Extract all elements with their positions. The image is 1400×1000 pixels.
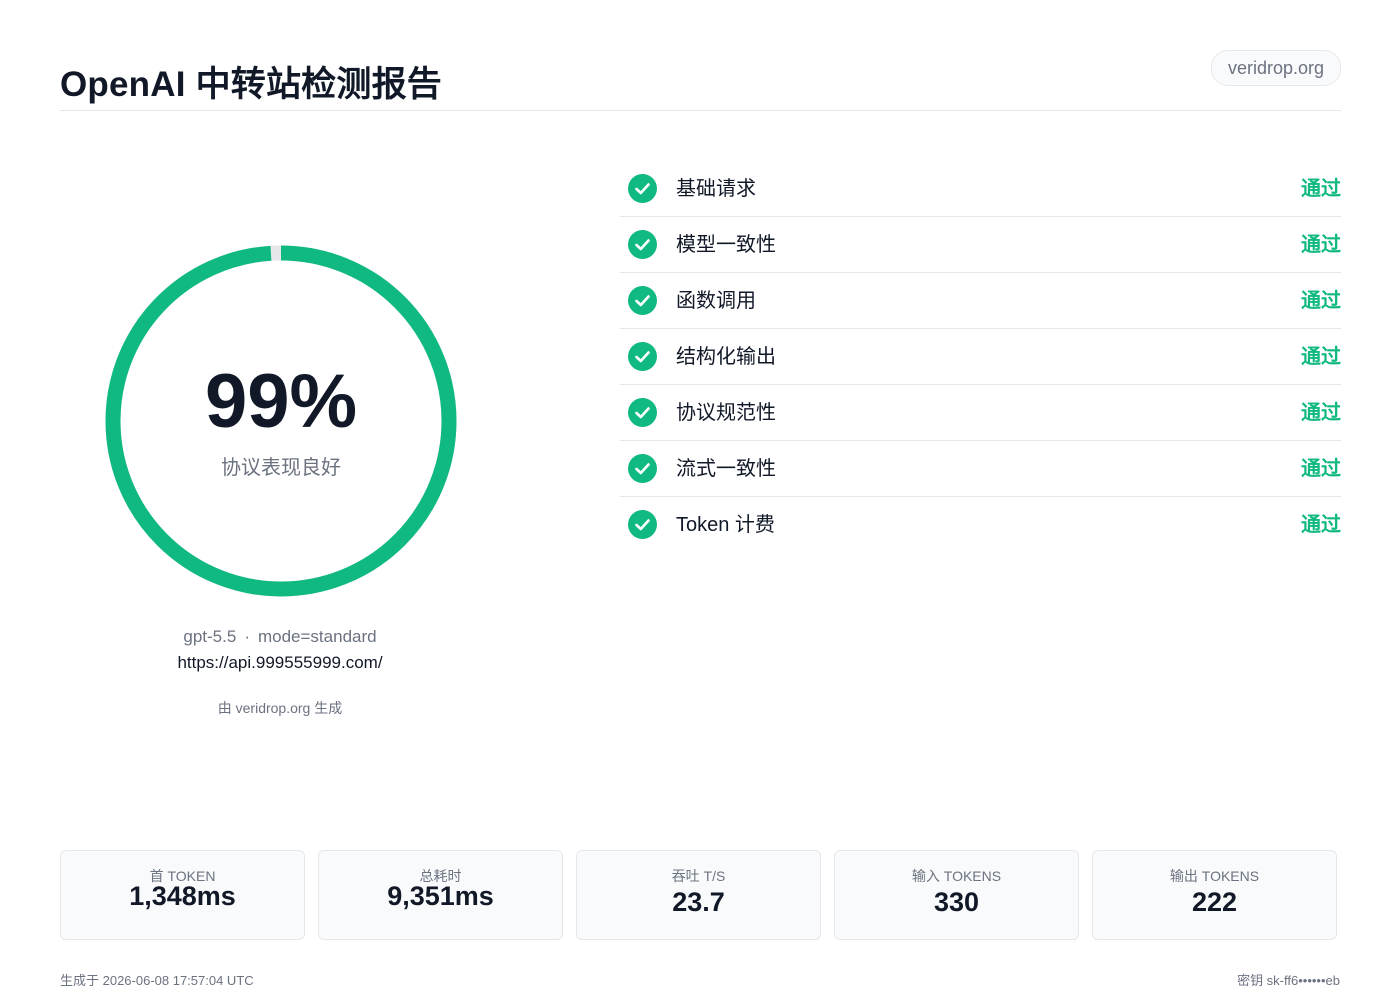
- check-circle-icon: [628, 286, 657, 315]
- check-circle-icon: [628, 510, 657, 539]
- stat-card-first-token: 首 TOKEN 1,348ms: [60, 850, 305, 940]
- api-key-masked: 密钥 sk-ff6••••••eb: [1237, 973, 1340, 988]
- check-status: 通过: [1301, 402, 1341, 424]
- check-row: 模型一致性 通过: [620, 217, 1341, 273]
- generated-timestamp: 生成于 2026-06-08 17:57:04 UTC: [60, 973, 254, 988]
- score-value: 99%: [204, 359, 358, 444]
- stat-card-input-tokens: 输入 TOKENS 330: [834, 850, 1079, 940]
- check-row: 函数调用 通过: [620, 273, 1341, 329]
- check-row: 流式一致性 通过: [620, 441, 1341, 497]
- stat-value: 9,351ms: [387, 881, 494, 911]
- check-name: 结构化输出: [676, 346, 776, 368]
- stat-label: 输出 TOKENS: [1169, 868, 1260, 884]
- check-row: Token 计费 通过: [620, 497, 1341, 552]
- check-name: Token 计费: [676, 514, 775, 536]
- check-row: 协议规范性 通过: [620, 385, 1341, 441]
- check-status: 通过: [1301, 178, 1341, 200]
- check-circle-icon: [628, 230, 657, 259]
- check-circle-icon: [628, 342, 657, 371]
- page-title: OpenAI 中转站检测报告: [60, 65, 442, 104]
- stat-label: 吞吐 T/S: [671, 868, 726, 884]
- stat-value: 23.7: [672, 887, 725, 917]
- site-badge[interactable]: veridrop.org: [1210, 50, 1341, 86]
- mode-value: mode=standard: [257, 627, 377, 646]
- report-page: OpenAI 中转站检测报告 veridrop.org 99% 协议表现良好 g…: [0, 0, 1400, 1000]
- stat-card-total-time: 总耗时 9,351ms: [318, 850, 563, 940]
- endpoint-url[interactable]: https://api.999555999.com/: [60, 653, 500, 673]
- check-status: 通过: [1301, 234, 1341, 256]
- check-row: 基础请求 通过: [620, 161, 1341, 217]
- check-name: 基础请求: [676, 178, 756, 200]
- check-status: 通过: [1301, 514, 1341, 536]
- check-name: 模型一致性: [676, 234, 776, 256]
- stat-value: 1,348ms: [129, 881, 236, 911]
- score-panel: 99% 协议表现良好 gpt-5.5 · mode=standard https:/…: [60, 150, 500, 750]
- check-status: 通过: [1301, 290, 1341, 312]
- stat-card-output-tokens: 输出 TOKENS 222: [1092, 850, 1337, 940]
- meta-separator: ·: [244, 627, 250, 646]
- check-circle-icon: [628, 174, 657, 203]
- check-name: 协议规范性: [676, 402, 776, 424]
- check-name: 函数调用: [676, 290, 756, 312]
- score-label: 协议表现良好: [221, 457, 341, 479]
- score-ring: 99% 协议表现良好: [105, 245, 457, 597]
- check-list: 基础请求 通过 模型一致性 通过 函数调用 通过 结构化输出 通过 协议规范性 …: [620, 161, 1341, 552]
- model-meta: gpt-5.5 · mode=standard: [60, 627, 500, 647]
- stat-label: 输入 TOKENS: [911, 868, 1002, 884]
- check-circle-icon: [628, 454, 657, 483]
- stats-row: 首 TOKEN 1,348ms 总耗时 9,351ms 吞吐 T/S 23.7 …: [60, 850, 1341, 940]
- check-name: 流式一致性: [676, 458, 776, 480]
- stat-value: 330: [933, 887, 980, 917]
- model-name: gpt-5.5: [183, 627, 237, 646]
- check-status: 通过: [1301, 458, 1341, 480]
- check-row: 结构化输出 通过: [620, 329, 1341, 385]
- generated-by: 由 veridrop.org 生成: [217, 700, 343, 716]
- stat-value: 222: [1191, 887, 1238, 917]
- check-status: 通过: [1301, 346, 1341, 368]
- check-circle-icon: [628, 398, 657, 427]
- report-header: OpenAI 中转站检测报告 veridrop.org: [60, 48, 1341, 111]
- stat-card-throughput: 吞吐 T/S 23.7: [576, 850, 821, 940]
